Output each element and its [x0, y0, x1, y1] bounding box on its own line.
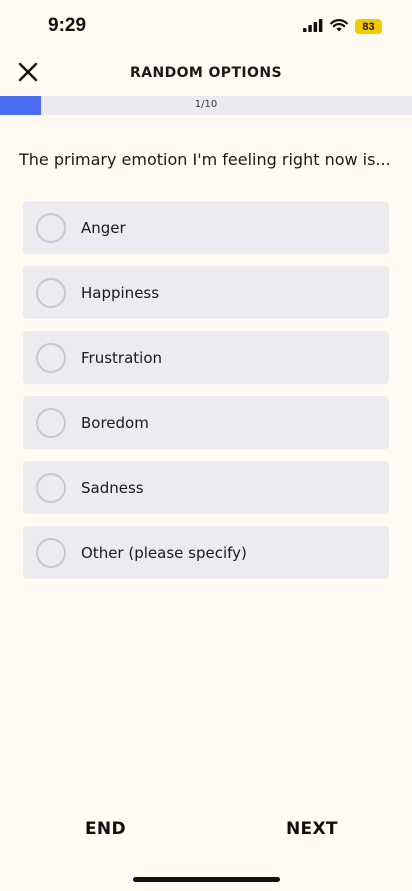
option-label: Sadness: [81, 478, 144, 497]
option-label: Boredom: [81, 413, 149, 432]
options-list: Anger Happiness Frustration Boredom Sadn…: [23, 201, 389, 591]
status-time: 9:29: [48, 15, 87, 36]
header: RANDOM OPTIONS: [0, 56, 412, 92]
option-sadness[interactable]: Sadness: [23, 461, 389, 514]
cellular-signal-icon: [303, 17, 323, 36]
radio-button[interactable]: [36, 472, 66, 503]
radio-button[interactable]: [36, 407, 66, 438]
next-button[interactable]: NEXT: [286, 819, 338, 839]
option-anger[interactable]: Anger: [23, 201, 389, 254]
wifi-icon: [330, 17, 348, 36]
battery-icon: 83: [355, 19, 382, 34]
progress-bar: 1/10: [0, 96, 412, 115]
status-bar: 9:29 83: [0, 0, 412, 54]
question-text: The primary emotion I'm feeling right no…: [19, 150, 391, 169]
option-label: Other (please specify): [81, 543, 247, 562]
option-boredom[interactable]: Boredom: [23, 396, 389, 449]
option-label: Frustration: [81, 348, 162, 367]
survey-screen: 9:29 83 RANDOM OPTIONS 1/10 The primary …: [0, 0, 412, 891]
progress-label: 1/10: [194, 99, 218, 110]
page-title: RANDOM OPTIONS: [130, 65, 282, 81]
option-other[interactable]: Other (please specify): [23, 526, 389, 579]
radio-button[interactable]: [36, 342, 66, 373]
option-label: Anger: [81, 218, 126, 237]
option-happiness[interactable]: Happiness: [23, 266, 389, 319]
home-indicator[interactable]: [133, 877, 280, 882]
status-icons: 83: [303, 17, 382, 36]
radio-button[interactable]: [36, 212, 66, 243]
end-button[interactable]: END: [85, 819, 126, 839]
option-frustration[interactable]: Frustration: [23, 331, 389, 384]
radio-button[interactable]: [36, 537, 66, 568]
option-label: Happiness: [81, 283, 160, 302]
radio-button[interactable]: [36, 277, 66, 308]
